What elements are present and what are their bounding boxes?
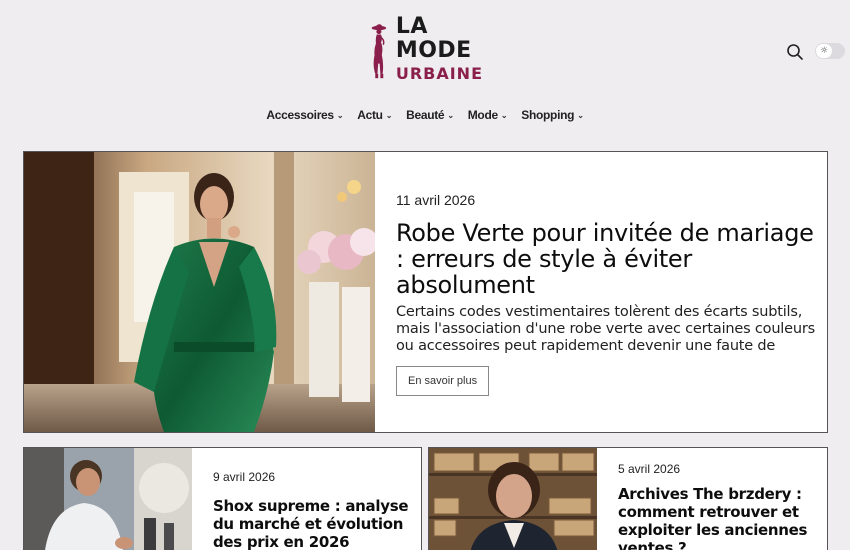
nav-item-beaute[interactable]: Beauté ⌄ [406, 108, 454, 122]
post-title[interactable]: Archives The brzdery : comment retrouver… [618, 485, 818, 550]
search-button[interactable] [786, 43, 804, 61]
logo-line-la: LA [395, 14, 428, 39]
nav-item-label: Actu [357, 108, 383, 122]
read-more-button[interactable]: En savoir plus [396, 366, 490, 396]
nav-item-label: Mode [467, 108, 498, 122]
post-image[interactable] [429, 448, 597, 550]
nav-item-mode[interactable]: Mode ⌄ [468, 108, 508, 122]
chevron-down-icon: ⌄ [500, 110, 508, 120]
woman-silhouette-icon [371, 24, 387, 79]
chevron-down-icon: ⌄ [447, 110, 454, 120]
theme-toggle[interactable]: ☼ [815, 43, 845, 59]
post-card: 5 avril 2026 Archives The brzdery : comm… [428, 447, 828, 550]
nav-item-accessoires[interactable]: Accessoires ⌄ [266, 108, 343, 122]
post-image[interactable] [24, 448, 192, 550]
nav-item-label: Beauté [406, 108, 445, 122]
logo-line-urbaine: URBAINE [395, 64, 483, 83]
featured-title[interactable]: Robe Verte pour invitée de mariage : err… [396, 220, 816, 298]
featured-date: 11 avril 2026 [396, 192, 476, 208]
nav-item-actu[interactable]: Actu ⌄ [357, 108, 392, 122]
chevron-down-icon: ⌄ [385, 110, 393, 120]
sun-icon: ☼ [816, 44, 832, 58]
featured-article: 11 avril 2026 Robe Verte pour invitée de… [23, 151, 828, 433]
search-icon [787, 44, 803, 60]
nav-item-label: Shopping [521, 108, 575, 122]
nav-item-label: Accessoires [266, 108, 334, 122]
chevron-down-icon: ⌄ [577, 110, 584, 120]
chevron-down-icon: ⌄ [336, 110, 344, 120]
featured-image[interactable] [24, 152, 375, 432]
post-card: 9 avril 2026 Shox supreme : analyse du m… [23, 447, 422, 550]
post-date: 5 avril 2026 [618, 462, 681, 476]
featured-excerpt: Certains codes vestimentaires tolèrent d… [396, 304, 815, 354]
main-nav: Accessoires ⌄ Actu ⌄ Beauté ⌄ Mode ⌄ Shoppin… [0, 108, 850, 122]
logo-line-mode: MODE [395, 38, 472, 63]
post-date: 9 avril 2026 [213, 470, 276, 484]
post-title[interactable]: Shox supreme : analyse du marché et évol… [213, 497, 413, 550]
site-logo[interactable]: LA MODE URBAINE [368, 12, 483, 92]
nav-item-shopping[interactable]: Shopping ⌄ [521, 108, 584, 122]
